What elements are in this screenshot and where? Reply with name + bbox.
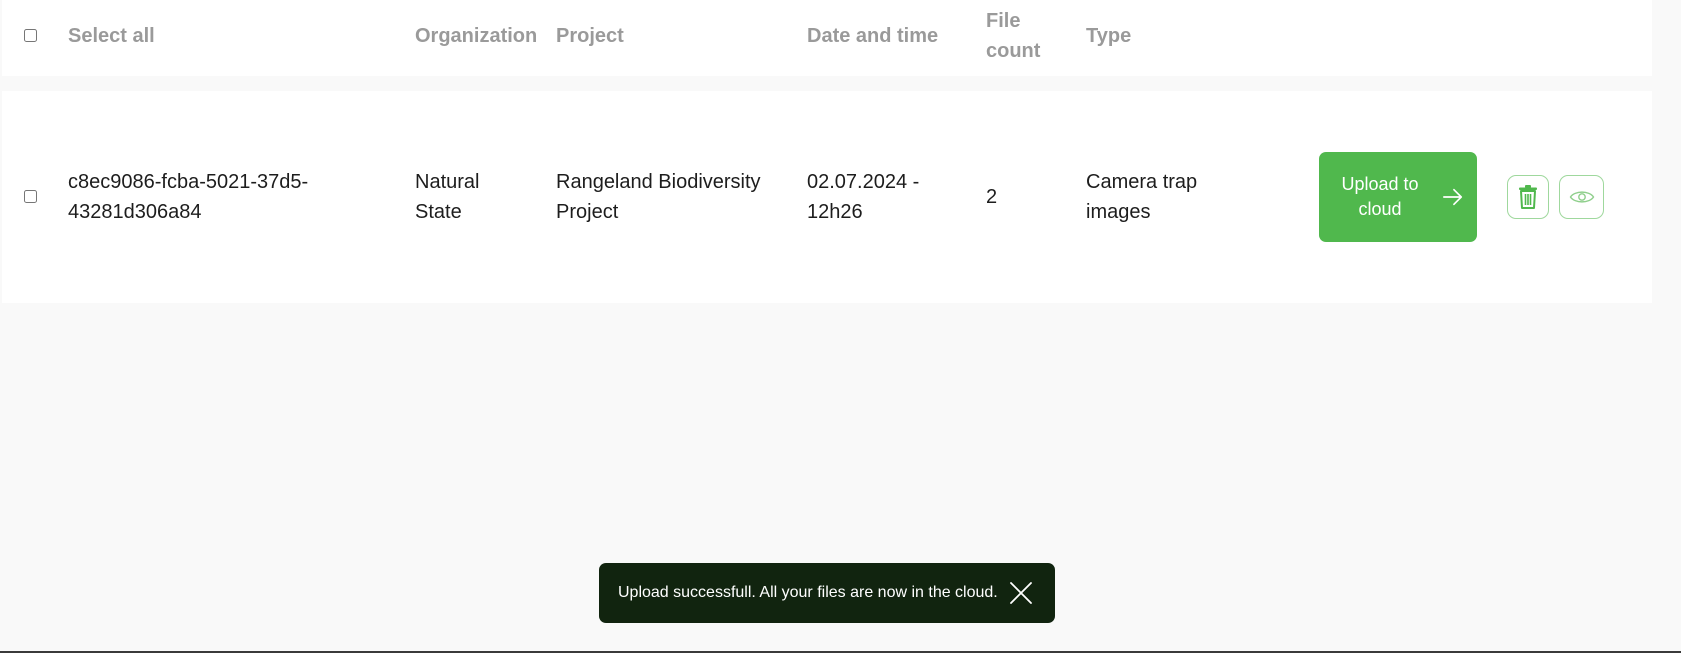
column-header-file-count: File count — [986, 6, 1040, 66]
delete-button[interactable] — [1507, 175, 1549, 219]
row-checkbox[interactable] — [24, 190, 37, 203]
row-id: c8ec9086-fcba-5021-37d5- 43281d306a84 — [68, 167, 308, 227]
column-header-organization: Organization — [415, 25, 538, 47]
column-header-project: Project — [556, 25, 624, 47]
row-id-line1: c8ec9086-fcba-5021-37d5- — [68, 171, 309, 193]
row-organization-line2: State — [415, 201, 462, 223]
row-project: Rangeland Biodiversity Project — [556, 167, 761, 227]
select-all-checkbox[interactable] — [24, 29, 37, 42]
trash-icon — [1519, 185, 1537, 209]
column-header-file-count-line1: File — [986, 10, 1021, 32]
table-header: Select all Organization Project Date and… — [2, 0, 1652, 76]
row-type: Camera trap images — [1086, 167, 1197, 227]
arrow-right-icon — [1443, 188, 1463, 206]
row-id-line2: 43281d306a84 — [68, 201, 202, 223]
row-date-line1: 02.07.2024 - — [807, 171, 920, 193]
row-date-time: 02.07.2024 - 12h26 — [807, 167, 919, 227]
select-all-label[interactable]: Select all — [68, 21, 155, 51]
row-organization-line1: Natural — [415, 171, 480, 193]
row-date-line2: 12h26 — [807, 201, 863, 223]
upload-button-label: Upload to cloud — [1332, 172, 1428, 222]
row-organization: Natural State — [415, 167, 479, 227]
row-type-line1: Camera trap — [1086, 171, 1198, 193]
row-project-line2: Project — [556, 201, 619, 223]
column-header-file-count-line2: count — [986, 40, 1041, 62]
eye-icon — [1569, 191, 1594, 203]
view-button[interactable] — [1559, 175, 1604, 219]
column-header-type: Type — [1086, 25, 1132, 47]
table-row: c8ec9086-fcba-5021-37d5- 43281d306a84 Na… — [2, 91, 1652, 303]
upload-label-line1: Upload to — [1341, 174, 1419, 194]
row-type-line2: images — [1086, 201, 1151, 223]
upload-success-toast: Upload successfull. All your files are n… — [599, 563, 1055, 623]
column-header-date-time: Date and time — [807, 25, 939, 47]
toast-message: Upload successfull. All your files are n… — [618, 584, 998, 601]
row-project-line1: Rangeland Biodiversity — [556, 171, 761, 193]
row-file-count: 2 — [986, 186, 998, 208]
upload-to-cloud-button[interactable]: Upload to cloud — [1319, 152, 1477, 242]
upload-label-line2: cloud — [1358, 199, 1402, 219]
close-icon[interactable] — [1008, 580, 1034, 606]
